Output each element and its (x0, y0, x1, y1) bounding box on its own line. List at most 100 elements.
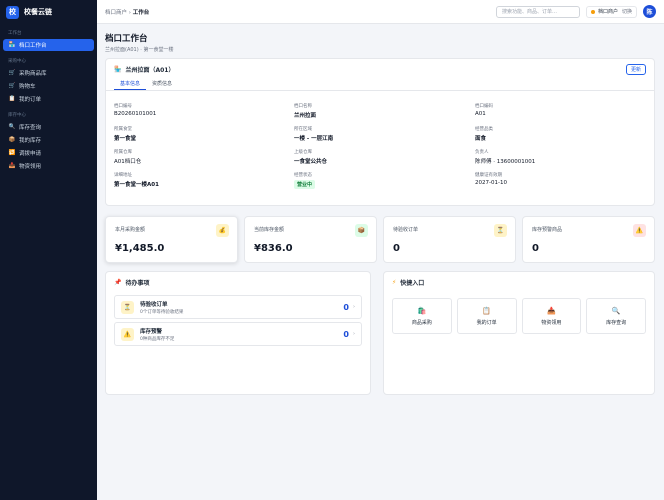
sidebar-item-label: 我的库存 (19, 138, 42, 144)
quick-title: 快捷入口 (400, 279, 425, 287)
nav-section-title: 库存中心 (8, 113, 26, 118)
switch-button[interactable]: 切换 (622, 8, 632, 15)
quick-entry-label: 库存查询 (606, 319, 627, 326)
chevron-right-icon: › (353, 304, 355, 310)
store-switcher[interactable]: 档口商户 切换 (585, 5, 637, 18)
stat-label: 当前库存金额 (254, 227, 285, 233)
tab[interactable]: 基本信息 (114, 79, 147, 90)
brand[interactable]: 校 校餐云链 (0, 0, 97, 24)
sidebar-item[interactable]: 📦 我的库存 (3, 134, 94, 146)
todo-item-subtitle: 0个订单等待验收结果 (140, 309, 184, 315)
cart-icon: 🛒 (8, 83, 16, 89)
info-field: 负责人 陈师傅 · 13600001001 (475, 149, 645, 165)
stat-card[interactable]: 本月采购金额 ¥1,485.0 💰 (105, 216, 238, 263)
info-field: 健康证有效期 2027-01-10 (475, 172, 645, 186)
field-label: 档口名称 (294, 104, 312, 109)
todo-count: 0 (343, 302, 349, 312)
todo-text: 待验收订单 0个订单等待验收结果 (140, 300, 183, 315)
hourglass-icon: ⏳ (121, 300, 134, 314)
quick-entry-button[interactable]: 📋 我的订单 (456, 298, 517, 334)
store-icon: 🏪 (8, 42, 16, 48)
sidebar-item[interactable]: 🔁 调拨申请 (3, 147, 94, 159)
field-label: 档口编码 (475, 104, 493, 109)
field-value: A01 (475, 111, 486, 117)
sidebar-item[interactable]: 📥 物资领用 (3, 160, 94, 172)
field-label: 上级仓库 (294, 150, 312, 155)
todo-list: ⏳ 待验收订单 0个订单等待验收结果 0 › ⚠️ 库存预警 0种商品库存不足 0 › (106, 295, 370, 346)
order-icon: 📋 (8, 96, 16, 102)
box-icon: 📦 (8, 137, 16, 143)
quick-header: ⚡ 快捷入口 (384, 272, 654, 292)
stat-card[interactable]: 待验收订单 0 ⏳ (383, 216, 516, 263)
info-field: 所在区域 一楼 - 一层江南 (294, 126, 464, 142)
topbar: 档口商户 › 工作台 搜索功能、商品、订单… 档口商户 切换 陈 (97, 0, 664, 24)
todo-header: 📌 待办事项 (106, 272, 370, 292)
sidebar-item-label: 购物车 (19, 84, 36, 90)
breadcrumb-current: 工作台 (132, 9, 150, 16)
stat-label: 库存预警商品 (532, 227, 563, 233)
sidebar-item-label: 物资领用 (19, 164, 42, 170)
store-info-card: 🏪 兰州拉面（A01） 更新 基本信息 资质信息 档口编号 B20260101001… (105, 58, 655, 206)
info-field: 上级仓库 一食堂公共仓 (294, 149, 464, 165)
info-field: 档口编号 B20260101001 (114, 103, 284, 117)
refresh-button[interactable]: 更新 (625, 63, 646, 75)
warning-icon: ⚠️ (121, 327, 134, 341)
todo-item[interactable]: ⚠️ 库存预警 0种商品库存不足 0 › (114, 322, 362, 346)
todo-item-subtitle: 0种商品库存不足 (140, 336, 175, 342)
quick-entry-button[interactable]: 📥 物资领用 (521, 298, 582, 334)
sidebar-item[interactable]: 📋 我的订单 (3, 93, 94, 105)
todo-panel: 📌 待办事项 ⏳ 待验收订单 0个订单等待验收结果 0 › ⚠️ 库存预警 0种商品库存不足 0… (105, 271, 371, 395)
search-icon: 🔍 (8, 124, 16, 130)
nav-section-title: 工作台 (8, 31, 22, 36)
logo-icon: 校 (6, 5, 19, 19)
brand-name: 校餐云链 (24, 8, 52, 16)
stat-card[interactable]: 库存预警商品 0 ⚠️ (522, 216, 655, 263)
sidebar-item[interactable]: 🛒 购物车 (3, 80, 94, 92)
stat-label: 待验收订单 (393, 227, 419, 233)
receive-icon: 📥 (547, 306, 556, 315)
receive-icon: 📥 (8, 163, 16, 169)
field-value: 兰州拉面 (294, 113, 317, 119)
sidebar-item[interactable]: 🏪 档口工作台 (3, 39, 94, 51)
sidebar-item-label: 库存查询 (19, 125, 42, 131)
quick-entry-button[interactable]: 🔍 库存查询 (586, 298, 646, 334)
stat-label: 本月采购金额 (115, 227, 146, 233)
warning-icon: ⚠️ (633, 224, 646, 237)
purchase-icon: 🛍️ (417, 306, 427, 315)
stat-card[interactable]: 当前库存金额 ¥836.0 📦 (244, 216, 377, 263)
breadcrumb-parent[interactable]: 档口商户 (105, 10, 127, 16)
todo-title: 待办事项 (125, 279, 150, 287)
field-value: 第一食堂一楼A01 (114, 182, 159, 188)
sidebar: 校 校餐云链 工作台 🏪 档口工作台 采购中心 🛒 采购商品库 🛒 购物车 📋 我的订单 库存中心 🔍… (0, 0, 97, 500)
quick-entry-label: 我的订单 (476, 319, 497, 326)
field-value: 营业中 (294, 180, 464, 189)
info-field: 详细地址第一食堂一楼A01 (114, 172, 284, 188)
field-label: 所属仓库 (114, 150, 132, 155)
stat-value: ¥1,485.0 (115, 243, 165, 254)
info-field: 所属仓库 A01档口仓 (114, 149, 284, 165)
info-field: 经营品类 面食 (475, 126, 645, 142)
todo-item-title: 库存预警 (140, 328, 163, 335)
info-tabs: 基本信息 资质信息 (106, 79, 654, 91)
tab[interactable]: 资质信息 (146, 79, 178, 90)
quick-panel: ⚡ 快捷入口 🛍️ 商品采购 📋 我的订单 📥 物资领用 🔍 库存查询 (383, 271, 655, 395)
main-content: 档口工作台 兰州拉面(A01) · 第一食堂一楼 🏪 兰州拉面（A01） 更新 … (105, 32, 655, 395)
info-field: 经营状态 营业中 (294, 172, 464, 189)
info-fields: 档口编号 B20260101001 档口名称 兰州拉面 档口编码 A01 所属食堂 第一食堂所… (106, 91, 654, 201)
sidebar-nav: 工作台 🏪 档口工作台 采购中心 🛒 采购商品库 🛒 购物车 📋 我的订单 库存中心 🔍 库存查询 📦 我的… (0, 24, 97, 172)
info-field: 档口编码 A01 (475, 103, 645, 117)
order-icon: 📋 (482, 306, 491, 315)
avatar[interactable]: 陈 (643, 5, 656, 18)
nav-section-title: 采购中心 (8, 59, 26, 64)
search-input[interactable]: 搜索功能、商品、订单… (495, 5, 580, 18)
field-label: 详细地址 (114, 173, 132, 178)
todo-item[interactable]: ⏳ 待验收订单 0个订单等待验收结果 0 › (114, 295, 362, 319)
quick-entry-button[interactable]: 🛍️ 商品采购 (392, 298, 452, 334)
page-title: 档口工作台 (105, 34, 148, 44)
field-value: 一楼 - 一层江南 (294, 136, 334, 142)
todo-icon: 📌 (114, 278, 122, 286)
sidebar-item[interactable]: 🔍 库存查询 (3, 121, 94, 133)
todo-item-title: 待验收订单 (140, 301, 168, 308)
sidebar-item[interactable]: 🛒 采购商品库 (3, 67, 94, 79)
store-label: 档口商户 (597, 9, 618, 15)
